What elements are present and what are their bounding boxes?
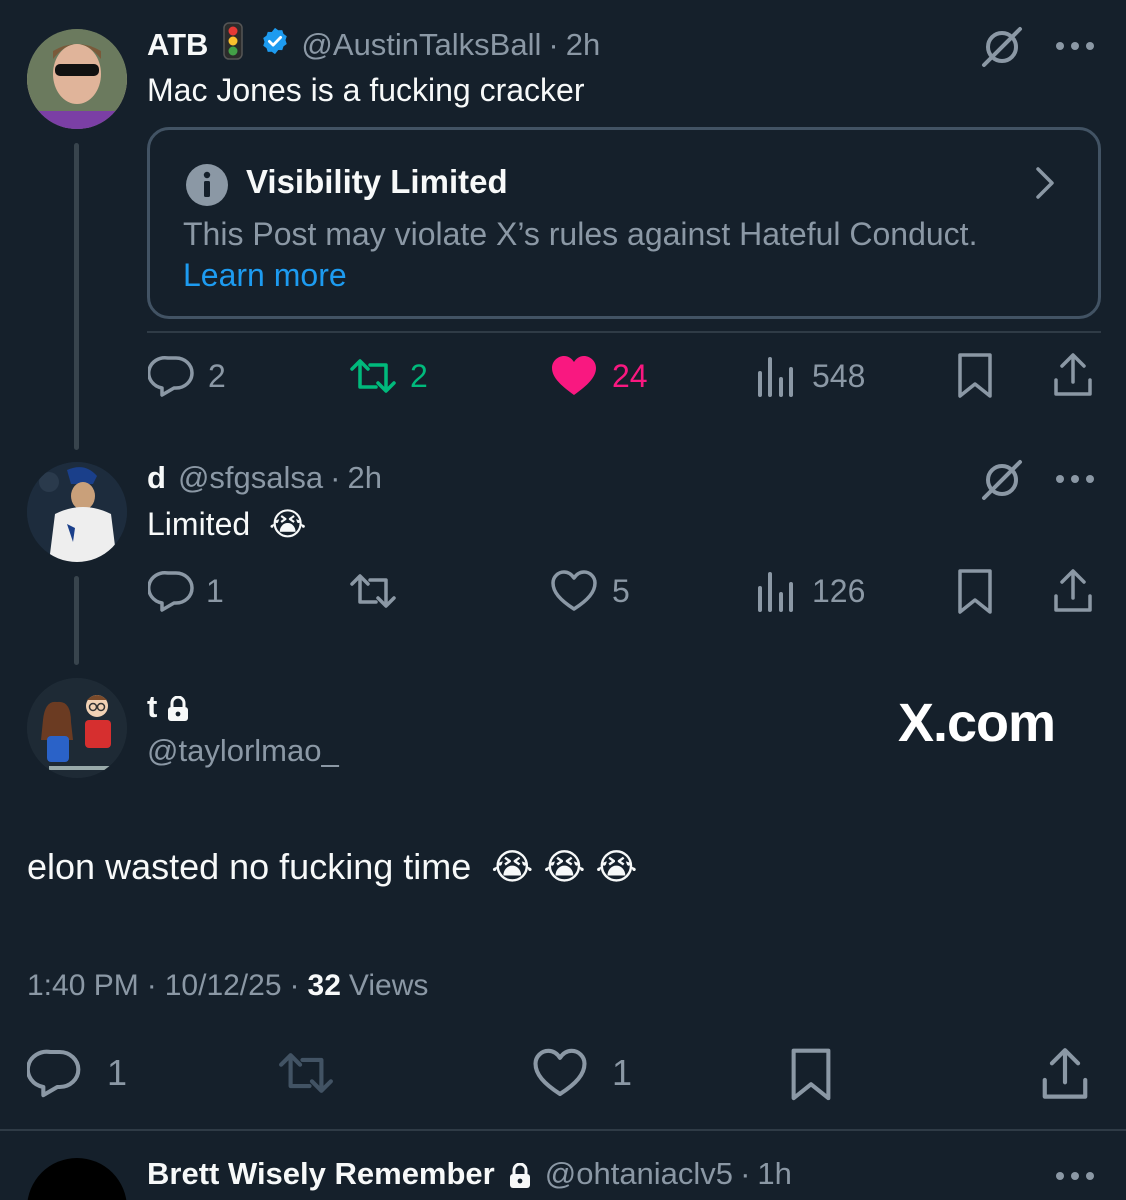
learn-more-link[interactable]: Learn more [183, 257, 347, 293]
bookmark-icon[interactable] [956, 568, 994, 621]
verified-badge-icon [260, 26, 290, 64]
crying-emoji: 😭 [269, 506, 307, 542]
avatar-photo [27, 29, 127, 129]
grok-icon[interactable] [978, 25, 1026, 74]
views-icon [758, 357, 793, 397]
views-count: 126 [812, 572, 866, 609]
visibility-notice[interactable]: Visibility Limited This Post may violate… [147, 127, 1101, 319]
repost-count: 2 [410, 357, 428, 394]
reply-count: 1 [206, 572, 224, 609]
author-handle[interactable]: @sfgsalsa [178, 460, 323, 496]
author-handle[interactable]: @taylorlmao_ [147, 732, 339, 770]
post-time[interactable]: 1h [757, 1156, 791, 1192]
views-icon [758, 572, 793, 612]
post-time[interactable]: 2h [566, 27, 600, 63]
author-handle[interactable]: @AustinTalksBall [301, 27, 541, 63]
author-name[interactable]: t [147, 689, 157, 725]
bookmark-icon[interactable] [956, 352, 994, 405]
views-button[interactable]: 126 [756, 570, 865, 612]
avatar-photo [27, 462, 127, 562]
post-text: Mac Jones is a fucking cracker [147, 72, 585, 108]
post-date[interactable]: 10/12/25 [165, 969, 282, 1003]
like-count: 5 [612, 572, 630, 609]
reply-icon [148, 570, 194, 612]
more-options-icon[interactable] [1056, 42, 1094, 50]
like-button[interactable]: 24 [550, 355, 648, 397]
avatar[interactable] [27, 678, 127, 778]
share-icon[interactable] [1040, 1046, 1090, 1107]
divider [0, 1129, 1126, 1131]
reply-button[interactable]: 1 [148, 570, 224, 612]
post-header: d @sfgsalsa · 2h [147, 459, 382, 497]
more-options-icon[interactable] [1056, 475, 1094, 483]
views-button[interactable]: 548 [756, 355, 865, 397]
separator: · [146, 969, 157, 1002]
repost-button[interactable] [274, 1048, 338, 1098]
views-count: 548 [812, 357, 866, 394]
heart-icon [533, 1048, 587, 1097]
bookmark-icon[interactable] [789, 1046, 833, 1109]
chevron-right-icon [1034, 166, 1056, 205]
heart-filled-icon [552, 356, 596, 395]
divider [147, 331, 1101, 333]
separator: · [330, 460, 341, 495]
notice-title: Visibility Limited [246, 163, 508, 200]
like-count: 1 [612, 1052, 633, 1093]
reply-button[interactable]: 1 [27, 1048, 127, 1098]
like-button[interactable]: 1 [532, 1048, 632, 1098]
more-options-icon[interactable] [1056, 1172, 1094, 1180]
reply-button[interactable]: 2 [148, 355, 226, 397]
main-author-name: t [147, 688, 189, 726]
repost-button[interactable]: 2 [346, 355, 428, 397]
author-name[interactable]: d [147, 460, 166, 496]
share-icon[interactable] [1052, 568, 1094, 619]
separator: · [289, 969, 300, 1002]
heart-icon [551, 570, 597, 611]
reply-icon [27, 1049, 81, 1098]
post-text-content: elon wasted no fucking time [27, 846, 472, 887]
crying-emojis: 😭 😭 😭 [491, 846, 638, 887]
avatar-photo [27, 678, 127, 778]
post-time[interactable]: 2h [347, 460, 381, 496]
post-header: ATB @AustinTalksBall · 2h [147, 22, 600, 64]
lock-icon [509, 1161, 531, 1188]
reply-count: 1 [107, 1052, 128, 1093]
lock-icon [167, 694, 189, 721]
grok-icon[interactable] [978, 458, 1026, 507]
author-handle[interactable]: @ohtaniaclv5 [545, 1156, 733, 1192]
thread-line [74, 576, 79, 665]
like-count: 24 [612, 357, 648, 394]
repost-icon [350, 574, 396, 608]
repost-icon [350, 359, 396, 393]
repost-icon [279, 1053, 333, 1093]
share-icon[interactable] [1052, 352, 1094, 403]
avatar[interactable] [27, 1158, 127, 1200]
info-icon [185, 163, 229, 212]
post-time[interactable]: 1:40 PM [27, 969, 139, 1003]
thread-line [74, 143, 79, 450]
separator: · [548, 27, 559, 62]
post-text: elon wasted no fucking time 😭 😭 😭 [27, 846, 637, 888]
notice-body: This Post may violate X’s rules against … [183, 214, 983, 296]
watermark: X.com [898, 693, 1056, 753]
author-name[interactable]: ATB [147, 27, 208, 63]
post-text-content: Limited [147, 506, 251, 542]
reply-count: 2 [208, 357, 226, 394]
like-button[interactable]: 5 [550, 570, 630, 612]
author-name[interactable]: Brett Wisely Remember [147, 1156, 495, 1192]
reply-icon [148, 355, 194, 397]
notice-text: This Post may violate X’s rules against … [183, 216, 978, 252]
avatar[interactable] [27, 462, 127, 562]
post-header: Brett Wisely Remember @ohtaniaclv5 · 1h [147, 1155, 792, 1193]
views-count: 32 [307, 969, 341, 1002]
avatar[interactable] [27, 29, 127, 129]
views-label: Views [348, 969, 429, 1002]
post-meta: 1:40 PM · 10/12/25 · 32 Views [27, 967, 428, 1005]
traffic-light-emoji [222, 22, 244, 68]
separator: · [740, 1156, 751, 1191]
post-text: Limited 😭 [147, 505, 306, 543]
repost-button[interactable] [346, 570, 400, 612]
